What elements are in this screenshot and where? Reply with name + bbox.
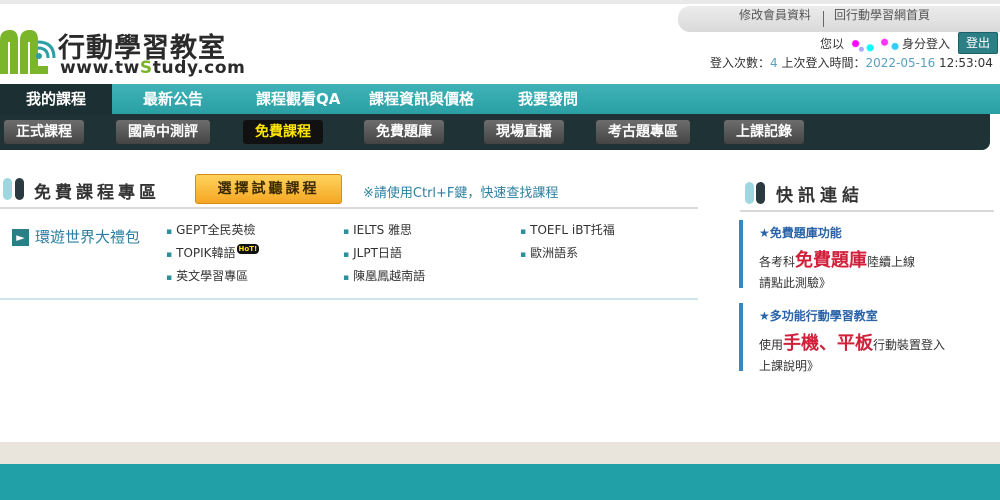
subnav-assessment[interactable]: 國高中測評	[116, 120, 210, 144]
nav-latest-news[interactable]: 最新公告	[143, 84, 203, 114]
news-item-question-bank: ★免費題庫功能 各考科免費題庫陸續上線 請點此測驗》	[739, 220, 994, 291]
world-tour-package[interactable]: ► 環遊世界大禮包	[12, 226, 140, 247]
login-info: 登入次數：4 上次登入時間：2022-05-16 12:53:04	[710, 56, 993, 70]
account-separator	[823, 11, 824, 27]
sub-nav: 正式課程 國高中測評 免費課程 免費題庫 現場直播 考古題專區 上課記錄	[0, 114, 990, 150]
page: 行動學習教室 www.twStudy.com 修改會員資料 回行動學習網首頁 您…	[0, 0, 1000, 500]
course-english-zone[interactable]: 英文學習專區	[166, 267, 248, 284]
news-title: 快訊連結	[776, 186, 864, 206]
nav-course-pricing[interactable]: 課程資訊與價格	[369, 84, 474, 114]
news-item-link[interactable]: 請點此測驗》	[759, 274, 831, 291]
arrow-right-icon: ►	[12, 229, 29, 246]
news-divider	[740, 210, 994, 212]
nav-course-qa[interactable]: 課程觀看QA	[256, 84, 340, 114]
top-line	[0, 0, 1000, 4]
course-ielts[interactable]: IELTS 雅思	[343, 221, 412, 238]
section-marker-icon	[15, 178, 24, 200]
section-divider	[0, 207, 698, 209]
course-gept[interactable]: GEPT全民英檢	[166, 221, 255, 238]
main-nav: 我的課程 最新公告 課程觀看QA 課程資訊與價格 我要發問	[0, 84, 1000, 114]
search-hint: ※請使用Ctrl+F鍵，快速查找課程	[363, 186, 559, 201]
logout-button[interactable]: 登出	[958, 32, 998, 54]
news-item-title: ★多功能行動學習教室	[759, 309, 878, 323]
subnav-past-exams[interactable]: 考古題專區	[596, 120, 690, 144]
footer	[0, 464, 1000, 500]
news-item-desc: 使用手機、平板行動裝置登入	[759, 333, 946, 354]
subnav-free-question-bank[interactable]: 免費題庫	[364, 120, 444, 144]
section-marker-icon	[756, 182, 765, 204]
site-logo[interactable]: 行動學習教室 www.twStudy.com	[0, 18, 245, 80]
footer-band	[0, 442, 1000, 464]
edit-profile-link[interactable]: 修改會員資料	[739, 6, 811, 23]
news-item-title: ★免費題庫功能	[759, 226, 842, 240]
login-greeting: 您以 身分登入	[820, 37, 951, 52]
news-item-mobile-classroom: ★多功能行動學習教室 使用手機、平板行動裝置登入 上課說明》	[739, 303, 994, 374]
site-url: www.twStudy.com	[60, 58, 246, 78]
news-item-link[interactable]: 上課說明》	[759, 357, 819, 374]
course-topik[interactable]: TOPIK韓語HoT!	[166, 244, 260, 261]
section-bottom-divider	[0, 298, 698, 300]
nav-ask-question[interactable]: 我要發問	[518, 84, 578, 114]
subnav-free-courses[interactable]: 免費課程	[243, 120, 323, 144]
subnav-class-records[interactable]: 上課記錄	[724, 120, 804, 144]
course-european[interactable]: 歐洲語系	[520, 244, 578, 261]
home-link[interactable]: 回行動學習網首頁	[834, 6, 930, 23]
news-item-desc: 各考科免費題庫陸續上線	[759, 250, 916, 271]
section-marker-icon	[3, 178, 12, 200]
nav-my-courses[interactable]: 我的課程	[0, 84, 112, 114]
course-toefl[interactable]: TOEFL iBT托福	[520, 221, 615, 238]
select-trial-course-button[interactable]: 選擇試聽課程	[195, 174, 342, 204]
free-course-header: 免費課程專區 選擇試聽課程 ※請使用Ctrl+F鍵，快速查找課程	[0, 172, 700, 208]
course-jlpt[interactable]: JLPT日語	[343, 244, 402, 261]
hot-badge: HoT!	[236, 244, 260, 254]
subnav-live[interactable]: 現場直播	[484, 120, 564, 144]
logo-mark-icon	[0, 30, 56, 74]
redacted-username	[844, 37, 903, 52]
free-course-title: 免費課程專區	[34, 183, 160, 203]
news-header: 快訊連結	[740, 178, 1000, 210]
course-vietnamese[interactable]: 陳凰鳳越南語	[343, 267, 425, 284]
section-marker-icon	[745, 182, 754, 204]
subnav-formal-courses[interactable]: 正式課程	[4, 120, 84, 144]
